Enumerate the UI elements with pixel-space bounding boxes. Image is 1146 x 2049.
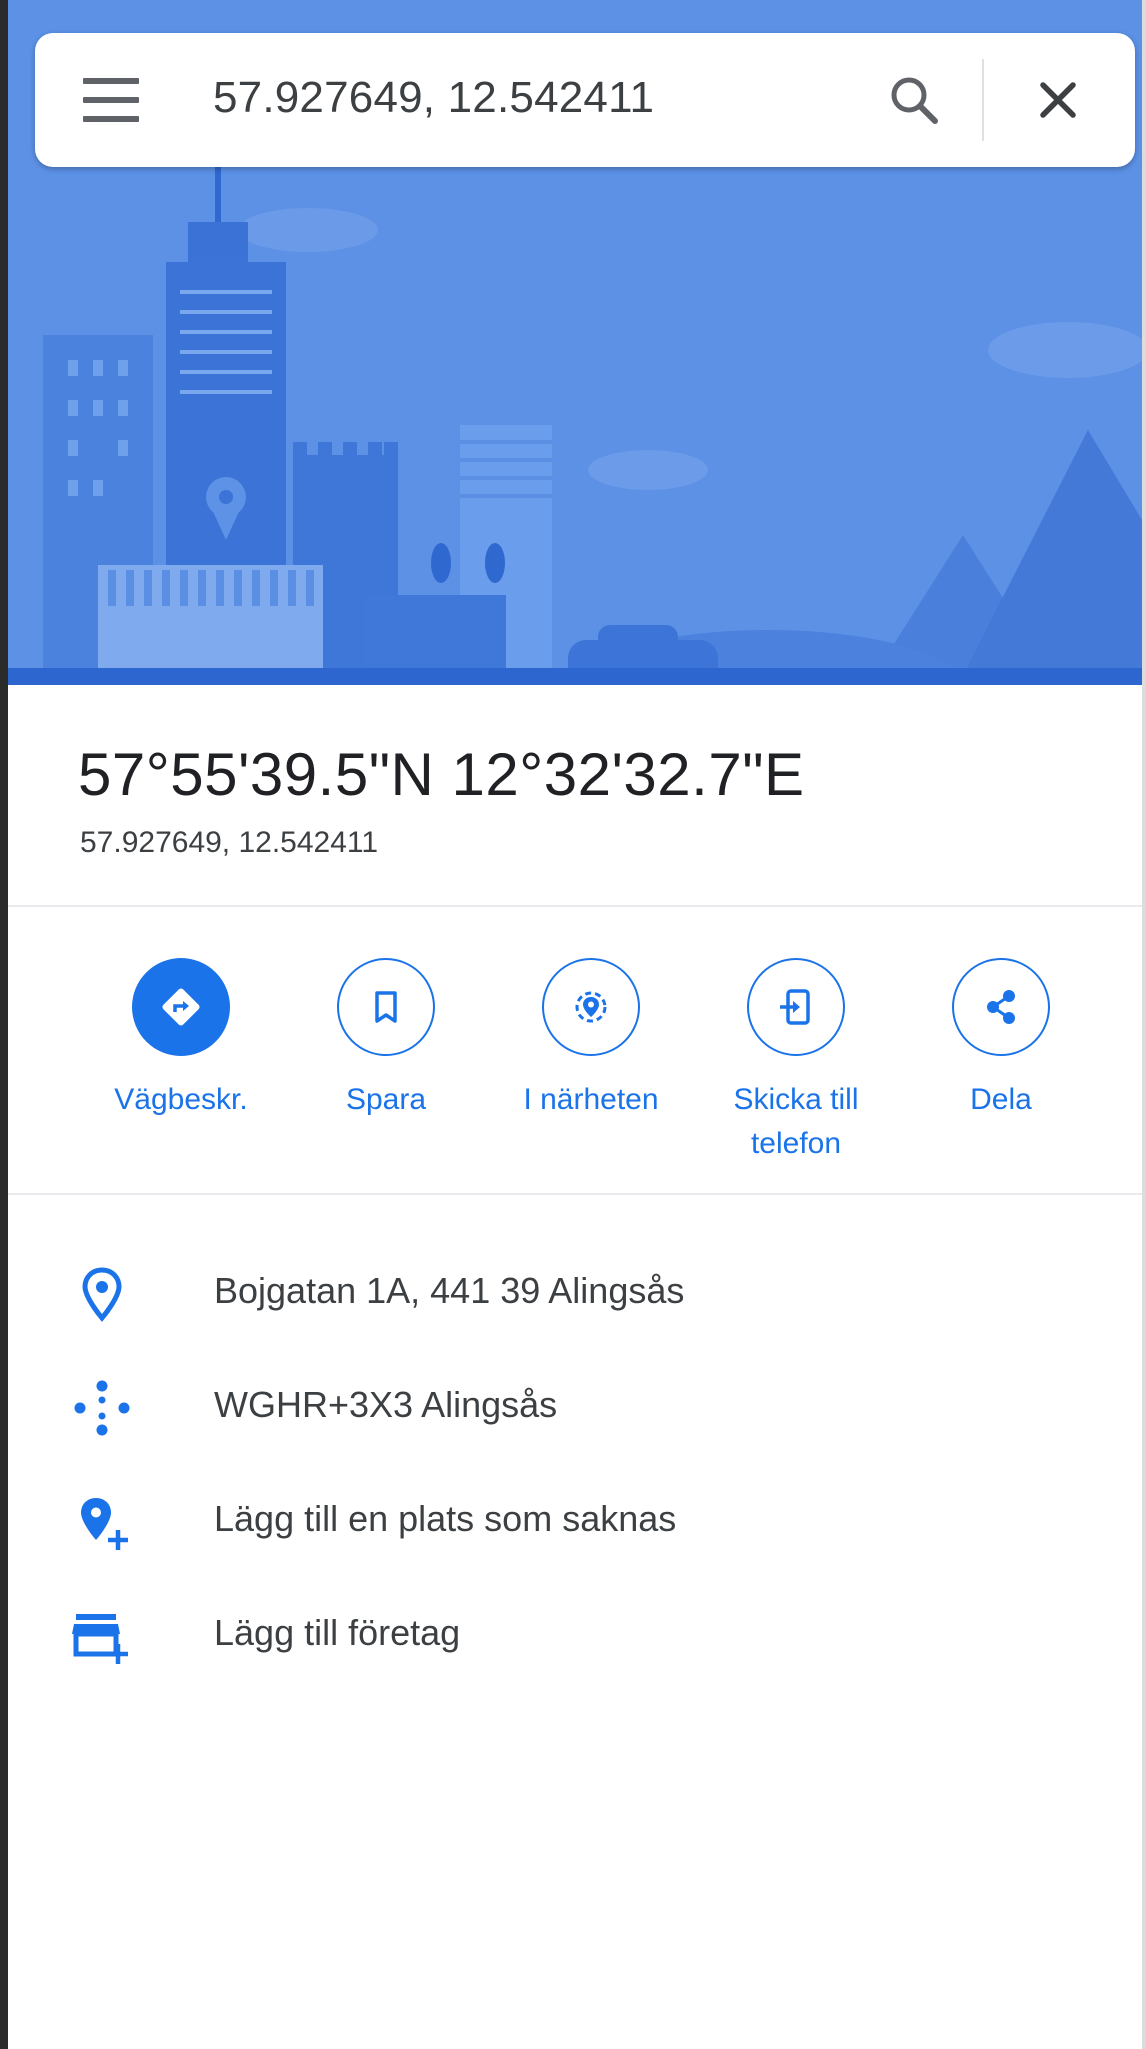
send-to-phone-button[interactable]: Skicka till telefon [696,958,896,1166]
send-to-phone-label: Skicka till telefon [733,1083,859,1160]
add-business-text: Lägg till företag [214,1612,461,1653]
plus-code-icon [74,1380,130,1436]
location-pin-icon [82,1267,122,1322]
save-label: Spara [345,1083,427,1116]
place-coordinates: 57.927649, 12.542411 [80,826,379,859]
nearby-button[interactable]: I närheten [491,958,691,1122]
search-divider [982,59,984,141]
close-icon [1040,82,1076,118]
plus-code-row[interactable]: WGHR+3X3 Alingsås [8,1362,1142,1452]
place-title: 57°55'39.5"N 12°32'32.7"E [78,741,805,808]
search-icon [891,77,938,124]
add-place-text: Lägg till en plats som saknas [214,1498,677,1539]
address-text: Bojgatan 1A, 441 39 Alingsås [214,1270,685,1311]
search-button[interactable] [877,63,951,137]
address-row[interactable]: Bojgatan 1A, 441 39 Alingsås [8,1248,1142,1338]
share-button[interactable]: Dela [901,958,1101,1122]
map-edge [1142,0,1146,2049]
place-panel: 57.927649, 12.542411 57°55'39.5"N 12°32'… [8,0,1142,2049]
send-to-phone-icon [780,989,810,1025]
directions-icon [162,988,200,1026]
share-icon [987,990,1015,1024]
close-button[interactable] [1021,63,1095,137]
directions-label: Vägbeskr. [114,1083,248,1116]
nearby-label: I närheten [523,1083,659,1116]
search-box: 57.927649, 12.542411 [35,33,1135,167]
bookmark-icon [375,991,397,1023]
plus-code-text: WGHR+3X3 Alingsås [214,1384,558,1425]
nearby-icon [575,991,607,1023]
add-business-icon [72,1614,128,1664]
add-place-icon [81,1498,128,1550]
save-button[interactable]: Spara [286,958,486,1122]
add-place-row[interactable]: Lägg till en plats som saknas [8,1476,1142,1566]
share-label: Dela [970,1083,1032,1116]
divider [8,1193,1142,1195]
divider [8,905,1142,907]
directions-button[interactable]: Vägbeskr. [81,958,281,1122]
add-business-row[interactable]: Lägg till företag [8,1590,1142,1680]
search-input[interactable]: 57.927649, 12.542411 [213,73,654,123]
window-edge [0,0,8,2049]
menu-icon[interactable] [83,78,139,122]
